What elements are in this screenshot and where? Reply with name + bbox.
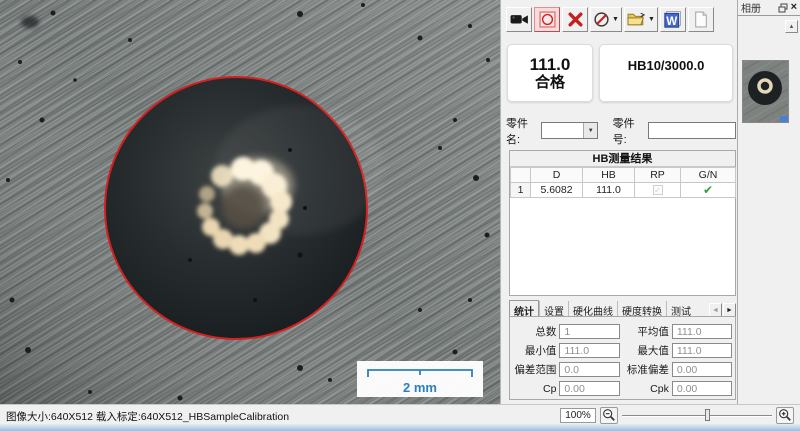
scale-bar: 2 mm (357, 361, 483, 397)
stat-cp-label: Cp (513, 383, 559, 395)
stat-total-label: 总数 (513, 324, 559, 339)
part-name-label: 零件名: (506, 115, 538, 147)
album-title-bar: 相册 × (738, 0, 800, 16)
thumbnail-image (743, 61, 788, 122)
rp-checkbox[interactable]: ✓ (653, 185, 663, 195)
close-icon[interactable]: × (791, 2, 797, 13)
dropdown-caret-icon: ▼ (612, 16, 619, 23)
stat-total-value: 1 (559, 324, 619, 339)
tab-strip: 统计 设置 硬化曲线 硬度转换 测试 ◄ ► (509, 300, 736, 317)
microscope-image-viewport[interactable]: 2 mm (0, 0, 500, 404)
tab-scroll-left-icon[interactable]: ◄ (709, 303, 722, 317)
table-row[interactable]: 1 5.6082 111.0 ✓ ✔ (511, 183, 736, 198)
test-scale-box: HB10/3000.0 (599, 44, 733, 102)
part-number-input[interactable] (648, 122, 736, 139)
no-entry-icon (593, 11, 610, 28)
col-gn: G/N (681, 168, 736, 183)
col-d: D (531, 168, 583, 183)
dropdown-caret-icon: ▼ (648, 16, 655, 23)
zoom-in-button[interactable] (776, 407, 794, 424)
part-info-row: 零件名: ▼ 零件号: (506, 121, 736, 140)
open-folder-icon (627, 12, 646, 27)
zoom-out-button[interactable] (600, 407, 618, 424)
stat-cpk-label: Cpk (625, 383, 671, 395)
export-word-button[interactable]: W (660, 7, 686, 32)
stat-cp-value: 0.00 (559, 381, 619, 396)
circle-tool-icon (539, 11, 556, 28)
hardness-value: 111.0 (530, 55, 571, 75)
indentation-image: 2 mm (0, 0, 500, 404)
stat-mean-label: 平均值 (625, 324, 671, 339)
tab-hardening-curve[interactable]: 硬化曲线 (568, 301, 617, 317)
zoom-controls: 100% (560, 406, 794, 424)
results-table-section: HB测量结果 D HB RP G/N 1 5.6082 111.0 ✓ ✔ (509, 150, 736, 296)
word-export-icon: W (664, 11, 681, 28)
tab-statistics[interactable]: 统计 (509, 300, 539, 317)
tab-scroll-right-icon[interactable]: ► (723, 303, 736, 317)
zoom-level: 100% (560, 408, 596, 423)
stat-max-value: 111.0 (672, 343, 732, 358)
stat-mean-value: 111.0 (672, 324, 732, 339)
col-hb: HB (583, 168, 635, 183)
new-document-button[interactable] (688, 7, 714, 32)
statistics-panel: 总数 1 平均值 111.0 最小值 111.0 最大值 111.0 偏差范围 … (509, 316, 736, 400)
pass-check-icon: ✔ (703, 183, 713, 197)
magnifier-plus-icon (778, 408, 792, 422)
scroll-up-icon[interactable]: ▲ (785, 20, 798, 33)
magnifier-minus-icon (602, 408, 616, 422)
results-table-title: HB测量结果 (510, 151, 735, 167)
part-number-label: 零件号: (613, 115, 645, 147)
float-window-icon[interactable] (778, 3, 788, 13)
results-table: D HB RP G/N 1 5.6082 111.0 ✓ ✔ (510, 167, 736, 198)
results-table-header: D HB RP G/N (511, 168, 736, 183)
album-panel: 相册 × ▲ (737, 0, 800, 404)
svg-text:W: W (667, 14, 678, 27)
col-rp: RP (635, 168, 681, 183)
capture-button[interactable] (506, 7, 532, 32)
new-document-icon (693, 11, 709, 28)
delete-x-icon (567, 11, 584, 28)
tab-hardness-conversion[interactable]: 硬度转换 (617, 301, 666, 317)
stat-min-label: 最小值 (513, 343, 559, 358)
open-file-button[interactable]: ▼ (624, 7, 658, 32)
album-title: 相册 (741, 0, 778, 15)
window-bottom-edge (0, 424, 800, 431)
result-row: 111.0 合格 HB10/3000.0 (507, 44, 733, 102)
chevron-down-icon[interactable]: ▼ (583, 123, 597, 138)
hardness-result-box: 111.0 合格 (507, 44, 593, 102)
stat-min-value: 111.0 (559, 343, 619, 358)
measurement-panel: ▼ ▼ W (500, 0, 737, 404)
zoom-slider-handle[interactable] (705, 409, 710, 421)
stat-stddev-value: 0.00 (672, 362, 732, 377)
status-info: 图像大小:640X512 载入标定:640X512_HBSampleCalibr… (6, 409, 289, 424)
part-name-combobox[interactable]: ▼ (541, 122, 598, 139)
stat-cpk-value: 0.00 (672, 381, 732, 396)
verdict-label: 合格 (535, 74, 565, 91)
album-thumbnail[interactable] (742, 60, 789, 123)
zoom-slider[interactable] (622, 408, 772, 422)
stat-range-label: 偏差范围 (513, 362, 559, 377)
stat-stddev-label: 标准偏差 (625, 362, 671, 377)
toolbar: ▼ ▼ W (506, 6, 714, 32)
delete-button[interactable] (562, 7, 588, 32)
tab-test[interactable]: 测试 (666, 301, 695, 317)
disable-tool-button[interactable]: ▼ (590, 7, 622, 32)
row-index: 1 (511, 183, 531, 198)
camera-icon (510, 11, 529, 27)
hb-value: 111.0 (583, 183, 635, 198)
stat-max-label: 最大值 (625, 343, 671, 358)
app-window: 2 mm (0, 0, 800, 431)
status-bar: 图像大小:640X512 载入标定:640X512_HBSampleCalibr… (0, 404, 800, 424)
diameter-value: 5.6082 (531, 183, 583, 198)
scale-bar-label: 2 mm (403, 380, 437, 395)
tab-settings[interactable]: 设置 (539, 301, 568, 317)
stat-range-value: 0.0 (559, 362, 619, 377)
circle-measure-button[interactable] (534, 7, 560, 32)
